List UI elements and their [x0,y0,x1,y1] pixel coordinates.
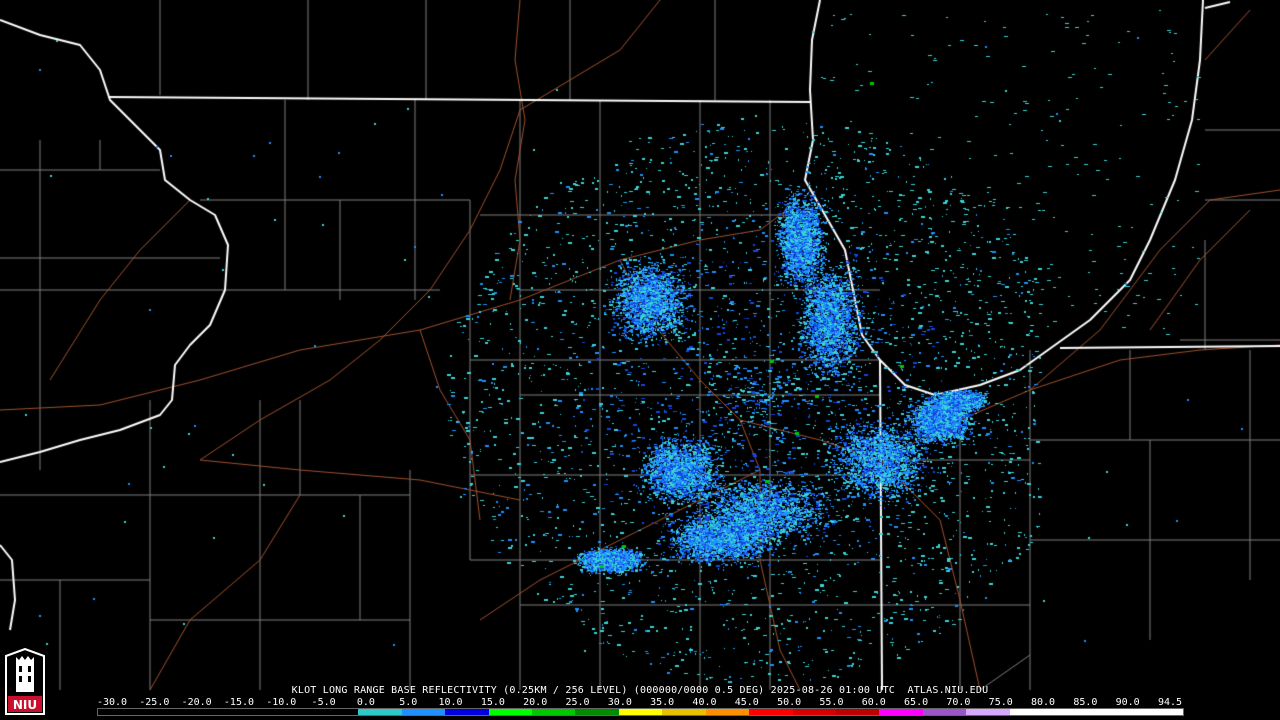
colorbar-segment [271,709,316,715]
logo-tower [16,662,34,692]
colorbar-segment [835,709,880,715]
colorbar-segment [98,709,142,715]
colorbar-segment [488,709,533,715]
colorbar-tick-label: 5.0 [399,697,418,708]
logo-text: NIU [13,698,37,712]
colorbar-tick-label: 75.0 [988,697,1013,708]
colorbar-segment [1052,709,1097,715]
colorbar-segment [705,709,750,715]
colorbar-tick-label: -5.0 [311,697,336,708]
colorbar-tick-label: 45.0 [734,697,759,708]
colorbar-tick-label: -20.0 [181,697,212,708]
colorbar-tick-label: 94.5 [1157,697,1183,708]
colorbar-tick-label: 70.0 [946,697,971,708]
product-title: KLOT LONG RANGE BASE REFLECTIVITY (0.25K… [291,685,989,696]
colorbar-segment [879,709,923,715]
colorbar-segment [575,709,619,715]
colorbar-tick-label: 65.0 [904,697,929,708]
colorbar-segment [184,709,229,715]
colorbar-labels: -30.0 -25.0 -20.0 -15.0 -10.0 -5.0 0.0 5.0 10.0 1… [0,697,1280,708]
reflectivity-colorbar [97,708,1184,716]
colorbar-segment [445,709,489,715]
colorbar-segment [1139,709,1184,715]
colorbar-segment [141,709,185,715]
niu-logo: NIU [5,648,45,715]
colorbar-tick-label: 20.0 [523,697,548,708]
colorbar-segment [792,709,836,715]
colorbar-tick-label: -15.0 [223,697,255,708]
colorbar-tick-label: 60.0 [861,697,886,708]
colorbar-segment [228,709,272,715]
colorbar-tick-label: 80.0 [1030,697,1056,708]
colorbar-segment [1009,709,1053,715]
colorbar-segment [922,709,967,715]
colorbar-segment [1096,709,1140,715]
colorbar-segment [532,709,576,715]
colorbar-tick-label: 85.0 [1073,697,1098,708]
colorbar-segment [618,709,663,715]
colorbar-tick-label: 90.0 [1115,697,1140,708]
colorbar-tick-label: -30.0 [96,697,128,708]
colorbar-tick-label: -10.0 [266,697,297,708]
colorbar-segment [966,709,1010,715]
colorbar-segment [358,709,402,715]
colorbar-segment [315,709,359,715]
colorbar-tick-label: 15.0 [480,697,505,708]
colorbar-segment [662,709,706,715]
colorbar-tick-label: 0.0 [356,697,375,708]
colorbar-segment [749,709,793,715]
colorbar-tick-label: 30.0 [607,697,632,708]
colorbar-tick-label: 50.0 [777,697,802,708]
radar-map[interactable] [0,0,1280,720]
colorbar-tick-label: 10.0 [438,697,463,708]
colorbar-tick-label: 55.0 [819,697,844,708]
colorbar-segment [401,709,446,715]
colorbar-tick-label: 25.0 [565,697,590,708]
colorbar-tick-label: 35.0 [650,697,675,708]
colorbar-tick-label: -25.0 [139,697,170,708]
colorbar-tick-label: 40.0 [692,697,717,708]
